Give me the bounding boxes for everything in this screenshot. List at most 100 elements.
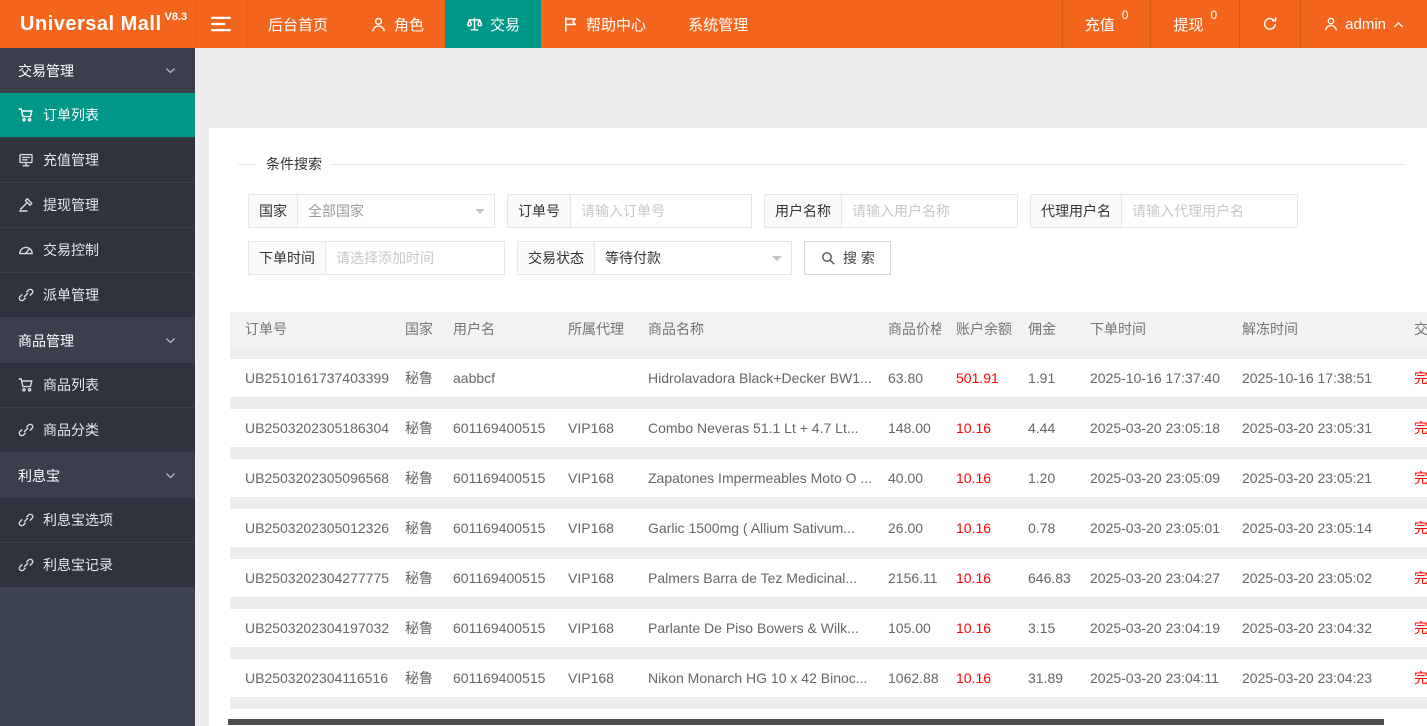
user-icon (370, 16, 387, 33)
table-cell: 2025-03-20 23:04:23 (1242, 670, 1372, 686)
sidebar-item[interactable]: 提现管理 (0, 183, 195, 228)
link-icon (18, 287, 34, 303)
navbar-right: 充值 0 提现 0 admin (1061, 0, 1427, 48)
table-header-cell: 解冻时间 (1242, 321, 1298, 337)
recharge-label: 充值 (1084, 16, 1115, 34)
table-header-cell: 交易状态 (1414, 321, 1427, 337)
table-cell: Zapatones Impermeables Moto O ... (648, 470, 873, 486)
sidebar-section-label: 商品管理 (18, 332, 74, 349)
nav-item[interactable]: 后台首页 (247, 0, 349, 48)
agent-input[interactable] (1122, 195, 1297, 227)
sidebar-item-label: 商品分类 (43, 422, 99, 438)
sidebar-item-label: 商品列表 (43, 377, 99, 393)
table-cell: 148.00 (888, 420, 931, 436)
table-cell: 1062.88 (888, 670, 939, 686)
table-cell: 601169400515 (453, 620, 546, 636)
nav-item-label: 角色 (394, 16, 425, 34)
nav-item[interactable]: 角色 (349, 0, 445, 48)
table-row: UB2503202305186304 秘鲁 601169400515 VIP168 Co… (230, 409, 1427, 447)
search-button[interactable]: 搜 索 (804, 241, 891, 275)
table-cell: 10.16 (956, 670, 992, 686)
cart-icon (18, 107, 34, 123)
sidebar-section-header[interactable]: 商品管理 (0, 318, 195, 363)
table-cell: Garlic 1500mg ( Allium Sativum... (648, 520, 855, 536)
table-cell: VIP168 (568, 470, 614, 486)
admin-menu[interactable]: admin (1301, 0, 1427, 48)
table-header-cell: 佣金 (1028, 321, 1056, 337)
table-cell: Hidrolavadora Black+Decker BW1... (648, 370, 872, 386)
recharge-button[interactable]: 充值 0 (1063, 0, 1151, 48)
order-time-input[interactable] (326, 242, 504, 274)
table-cell: Nikon Monarch HG 10 x 42 Binoc... (648, 670, 868, 686)
nav-item-label: 帮助中心 (586, 16, 647, 34)
table-cell: 31.89 (1028, 670, 1064, 686)
table-cell: 10.16 (956, 470, 992, 486)
board-icon (18, 152, 34, 168)
username-label: 用户名称 (765, 195, 842, 227)
table-cell: UB2503202305096568 (245, 470, 390, 486)
country-label: 国家 (249, 195, 298, 227)
brand-logo[interactable]: Universal Mall V8.3 (0, 0, 195, 48)
table-cell: 完成 (1414, 520, 1427, 536)
table-cell: 秘鲁 (405, 520, 433, 536)
sidebar-item[interactable]: 充值管理 (0, 138, 195, 183)
country-select[interactable]: 全部国家 (298, 195, 494, 227)
link-icon (18, 422, 34, 438)
refresh-button[interactable] (1240, 0, 1300, 48)
link-icon (18, 512, 34, 528)
sidebar-section-header[interactable]: 利息宝 (0, 453, 195, 498)
content-card: 条件搜索 国家 全部国家 订单号 用户名称 代理用户名 (209, 128, 1427, 726)
username-input[interactable] (842, 195, 1017, 227)
table-cell: UB2503202304116516 (245, 670, 388, 686)
table-cell: VIP168 (568, 620, 614, 636)
nav-item[interactable]: 系统管理 (667, 0, 769, 48)
order-no-input[interactable] (571, 195, 751, 227)
table-cell: 601169400515 (453, 570, 546, 586)
sidebar-item[interactable]: 订单列表 (0, 93, 195, 138)
table-cell: 1.91 (1028, 370, 1056, 386)
sidebar-item-label: 充值管理 (43, 152, 99, 168)
nav-item[interactable]: 帮助中心 (541, 0, 667, 48)
table-header-cell: 用户名 (453, 321, 495, 337)
scrollbar-thumb[interactable] (228, 719, 1384, 725)
order-time-field-group: 下单时间 (248, 241, 505, 275)
table-cell (553, 359, 633, 397)
status-select[interactable]: 等待付款 (595, 242, 791, 274)
table-header-cell: 商品名称 (648, 321, 704, 337)
table-cell: VIP168 (568, 520, 614, 536)
horizontal-scrollbar[interactable] (209, 718, 1427, 726)
table-cell: VIP168 (568, 420, 614, 436)
nav-item[interactable]: 交易 (445, 0, 542, 48)
table-header-cell: 订单号 (245, 321, 287, 337)
sidebar-item[interactable]: 派单管理 (0, 273, 195, 318)
sidebar-toggle[interactable] (195, 0, 247, 48)
chevron-down-icon (164, 469, 177, 482)
country-value: 全部国家 (308, 203, 364, 219)
main-content: 条件搜索 国家 全部国家 订单号 用户名称 代理用户名 (195, 48, 1427, 726)
cart-icon (18, 377, 34, 393)
sidebar-item[interactable]: 利息宝记录 (0, 543, 195, 588)
sidebar-item-label: 订单列表 (43, 107, 99, 123)
table-header-cell: 国家 (405, 321, 433, 337)
table-cell: UB2510161737403399 (245, 370, 390, 386)
table-cell: 601169400515 (453, 470, 546, 486)
table-cell: 秘鲁 (405, 620, 433, 636)
sidebar-item[interactable]: 商品列表 (0, 363, 195, 408)
refresh-icon (1262, 16, 1278, 32)
table-cell: UB2503202304277775 (245, 570, 390, 586)
table-cell: 2156.11 (888, 570, 938, 586)
brand-version: V8.3 (164, 11, 188, 23)
table-cell: 2025-03-20 23:04:11 (1090, 670, 1219, 686)
sidebar: 交易管理 订单列表 充值管理 提现管理 交易控制 派单管理 商品管理 商品列表 商品分类 利息宝利… (0, 48, 195, 726)
sidebar-section-header[interactable]: 交易管理 (0, 48, 195, 93)
sidebar-item[interactable]: 商品分类 (0, 408, 195, 453)
table-cell: 2025-03-20 23:05:31 (1242, 420, 1372, 436)
withdraw-button[interactable]: 提现 0 (1151, 0, 1239, 48)
table-cell: 105.00 (888, 620, 931, 636)
sidebar-item[interactable]: 利息宝选项 (0, 498, 195, 543)
sidebar-item[interactable]: 交易控制 (0, 228, 195, 273)
table-cell: 10.16 (956, 570, 992, 586)
nav-item-label: 交易 (490, 16, 521, 34)
table-cell: 2025-03-20 23:05:09 (1090, 470, 1220, 486)
table-cell: 10.16 (956, 520, 992, 536)
